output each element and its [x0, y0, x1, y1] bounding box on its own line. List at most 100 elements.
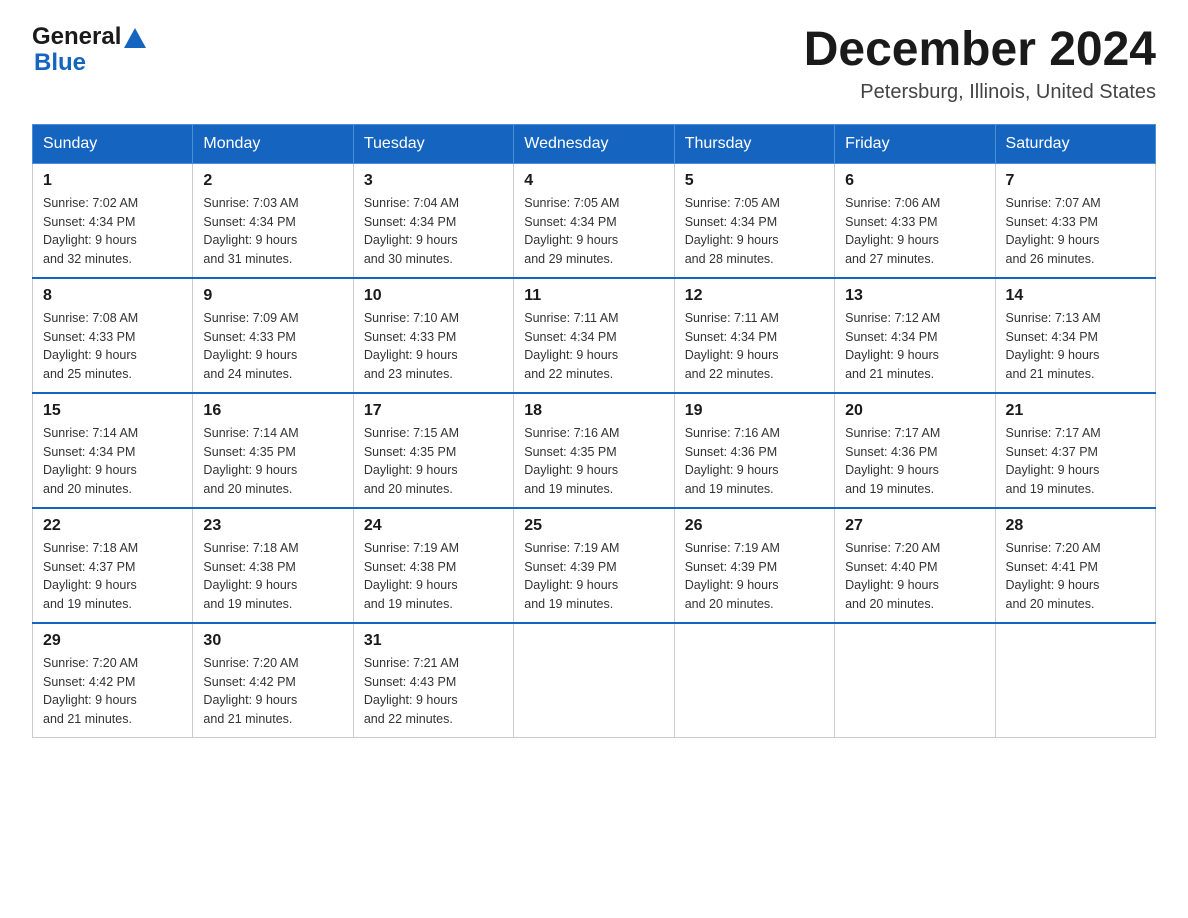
day-info: Sunrise: 7:11 AM Sunset: 4:34 PM Dayligh… — [685, 309, 824, 384]
weekday-header-monday: Monday — [193, 124, 353, 163]
day-info: Sunrise: 7:08 AM Sunset: 4:33 PM Dayligh… — [43, 309, 182, 384]
day-info: Sunrise: 7:15 AM Sunset: 4:35 PM Dayligh… — [364, 424, 503, 499]
day-number: 18 — [524, 402, 663, 420]
day-number: 1 — [43, 172, 182, 190]
weekday-header-tuesday: Tuesday — [353, 124, 513, 163]
day-info: Sunrise: 7:14 AM Sunset: 4:35 PM Dayligh… — [203, 424, 342, 499]
day-info: Sunrise: 7:17 AM Sunset: 4:37 PM Dayligh… — [1006, 424, 1145, 499]
day-info: Sunrise: 7:09 AM Sunset: 4:33 PM Dayligh… — [203, 309, 342, 384]
day-number: 14 — [1006, 287, 1145, 305]
day-info: Sunrise: 7:19 AM Sunset: 4:38 PM Dayligh… — [364, 539, 503, 614]
logo-triangle-icon — [124, 28, 146, 48]
day-info: Sunrise: 7:20 AM Sunset: 4:42 PM Dayligh… — [203, 654, 342, 729]
day-number: 31 — [364, 632, 503, 650]
day-info: Sunrise: 7:12 AM Sunset: 4:34 PM Dayligh… — [845, 309, 984, 384]
day-number: 11 — [524, 287, 663, 305]
calendar-table: SundayMondayTuesdayWednesdayThursdayFrid… — [32, 124, 1156, 738]
day-number: 5 — [685, 172, 824, 190]
calendar-cell: 17 Sunrise: 7:15 AM Sunset: 4:35 PM Dayl… — [353, 393, 513, 508]
calendar-cell: 15 Sunrise: 7:14 AM Sunset: 4:34 PM Dayl… — [33, 393, 193, 508]
day-info: Sunrise: 7:11 AM Sunset: 4:34 PM Dayligh… — [524, 309, 663, 384]
day-number: 3 — [364, 172, 503, 190]
weekday-header-row: SundayMondayTuesdayWednesdayThursdayFrid… — [33, 124, 1156, 163]
page-header: General Blue December 2024 Petersburg, I… — [32, 24, 1156, 104]
calendar-cell: 23 Sunrise: 7:18 AM Sunset: 4:38 PM Dayl… — [193, 508, 353, 623]
calendar-cell — [835, 623, 995, 738]
calendar-cell: 3 Sunrise: 7:04 AM Sunset: 4:34 PM Dayli… — [353, 163, 513, 278]
calendar-cell — [674, 623, 834, 738]
calendar-cell: 20 Sunrise: 7:17 AM Sunset: 4:36 PM Dayl… — [835, 393, 995, 508]
calendar-cell: 26 Sunrise: 7:19 AM Sunset: 4:39 PM Dayl… — [674, 508, 834, 623]
calendar-cell: 29 Sunrise: 7:20 AM Sunset: 4:42 PM Dayl… — [33, 623, 193, 738]
calendar-cell: 4 Sunrise: 7:05 AM Sunset: 4:34 PM Dayli… — [514, 163, 674, 278]
day-number: 24 — [364, 517, 503, 535]
day-number: 13 — [845, 287, 984, 305]
calendar-cell — [514, 623, 674, 738]
calendar-week-row: 22 Sunrise: 7:18 AM Sunset: 4:37 PM Dayl… — [33, 508, 1156, 623]
day-info: Sunrise: 7:19 AM Sunset: 4:39 PM Dayligh… — [524, 539, 663, 614]
calendar-cell: 10 Sunrise: 7:10 AM Sunset: 4:33 PM Dayl… — [353, 278, 513, 393]
day-number: 19 — [685, 402, 824, 420]
calendar-week-row: 8 Sunrise: 7:08 AM Sunset: 4:33 PM Dayli… — [33, 278, 1156, 393]
day-number: 21 — [1006, 402, 1145, 420]
weekday-header-thursday: Thursday — [674, 124, 834, 163]
calendar-cell: 2 Sunrise: 7:03 AM Sunset: 4:34 PM Dayli… — [193, 163, 353, 278]
day-info: Sunrise: 7:20 AM Sunset: 4:42 PM Dayligh… — [43, 654, 182, 729]
day-info: Sunrise: 7:18 AM Sunset: 4:38 PM Dayligh… — [203, 539, 342, 614]
day-number: 6 — [845, 172, 984, 190]
calendar-cell: 14 Sunrise: 7:13 AM Sunset: 4:34 PM Dayl… — [995, 278, 1155, 393]
day-info: Sunrise: 7:16 AM Sunset: 4:35 PM Dayligh… — [524, 424, 663, 499]
day-number: 20 — [845, 402, 984, 420]
day-info: Sunrise: 7:17 AM Sunset: 4:36 PM Dayligh… — [845, 424, 984, 499]
weekday-header-saturday: Saturday — [995, 124, 1155, 163]
calendar-cell: 25 Sunrise: 7:19 AM Sunset: 4:39 PM Dayl… — [514, 508, 674, 623]
calendar-cell: 28 Sunrise: 7:20 AM Sunset: 4:41 PM Dayl… — [995, 508, 1155, 623]
weekday-header-wednesday: Wednesday — [514, 124, 674, 163]
calendar-cell: 6 Sunrise: 7:06 AM Sunset: 4:33 PM Dayli… — [835, 163, 995, 278]
day-number: 29 — [43, 632, 182, 650]
logo-blue-text: Blue — [34, 50, 86, 76]
day-number: 12 — [685, 287, 824, 305]
day-number: 10 — [364, 287, 503, 305]
calendar-cell: 19 Sunrise: 7:16 AM Sunset: 4:36 PM Dayl… — [674, 393, 834, 508]
day-number: 17 — [364, 402, 503, 420]
day-info: Sunrise: 7:02 AM Sunset: 4:34 PM Dayligh… — [43, 194, 182, 269]
calendar-cell: 12 Sunrise: 7:11 AM Sunset: 4:34 PM Dayl… — [674, 278, 834, 393]
calendar-cell: 11 Sunrise: 7:11 AM Sunset: 4:34 PM Dayl… — [514, 278, 674, 393]
day-info: Sunrise: 7:16 AM Sunset: 4:36 PM Dayligh… — [685, 424, 824, 499]
calendar-cell: 7 Sunrise: 7:07 AM Sunset: 4:33 PM Dayli… — [995, 163, 1155, 278]
day-number: 27 — [845, 517, 984, 535]
weekday-header-friday: Friday — [835, 124, 995, 163]
title-block: December 2024 Petersburg, Illinois, Unit… — [804, 24, 1156, 104]
calendar-cell: 13 Sunrise: 7:12 AM Sunset: 4:34 PM Dayl… — [835, 278, 995, 393]
day-number: 23 — [203, 517, 342, 535]
day-number: 22 — [43, 517, 182, 535]
calendar-cell: 21 Sunrise: 7:17 AM Sunset: 4:37 PM Dayl… — [995, 393, 1155, 508]
calendar-week-row: 15 Sunrise: 7:14 AM Sunset: 4:34 PM Dayl… — [33, 393, 1156, 508]
day-number: 2 — [203, 172, 342, 190]
calendar-title: December 2024 — [804, 24, 1156, 77]
calendar-cell: 5 Sunrise: 7:05 AM Sunset: 4:34 PM Dayli… — [674, 163, 834, 278]
day-number: 25 — [524, 517, 663, 535]
calendar-cell: 8 Sunrise: 7:08 AM Sunset: 4:33 PM Dayli… — [33, 278, 193, 393]
day-info: Sunrise: 7:13 AM Sunset: 4:34 PM Dayligh… — [1006, 309, 1145, 384]
day-info: Sunrise: 7:18 AM Sunset: 4:37 PM Dayligh… — [43, 539, 182, 614]
day-number: 4 — [524, 172, 663, 190]
day-info: Sunrise: 7:21 AM Sunset: 4:43 PM Dayligh… — [364, 654, 503, 729]
day-info: Sunrise: 7:07 AM Sunset: 4:33 PM Dayligh… — [1006, 194, 1145, 269]
logo: General Blue — [32, 24, 146, 77]
calendar-cell: 24 Sunrise: 7:19 AM Sunset: 4:38 PM Dayl… — [353, 508, 513, 623]
calendar-week-row: 29 Sunrise: 7:20 AM Sunset: 4:42 PM Dayl… — [33, 623, 1156, 738]
day-info: Sunrise: 7:04 AM Sunset: 4:34 PM Dayligh… — [364, 194, 503, 269]
calendar-cell: 31 Sunrise: 7:21 AM Sunset: 4:43 PM Dayl… — [353, 623, 513, 738]
weekday-header-sunday: Sunday — [33, 124, 193, 163]
calendar-cell: 18 Sunrise: 7:16 AM Sunset: 4:35 PM Dayl… — [514, 393, 674, 508]
day-number: 26 — [685, 517, 824, 535]
day-info: Sunrise: 7:20 AM Sunset: 4:40 PM Dayligh… — [845, 539, 984, 614]
day-number: 9 — [203, 287, 342, 305]
calendar-week-row: 1 Sunrise: 7:02 AM Sunset: 4:34 PM Dayli… — [33, 163, 1156, 278]
calendar-subtitle: Petersburg, Illinois, United States — [804, 81, 1156, 104]
calendar-cell: 1 Sunrise: 7:02 AM Sunset: 4:34 PM Dayli… — [33, 163, 193, 278]
day-info: Sunrise: 7:19 AM Sunset: 4:39 PM Dayligh… — [685, 539, 824, 614]
calendar-cell: 22 Sunrise: 7:18 AM Sunset: 4:37 PM Dayl… — [33, 508, 193, 623]
